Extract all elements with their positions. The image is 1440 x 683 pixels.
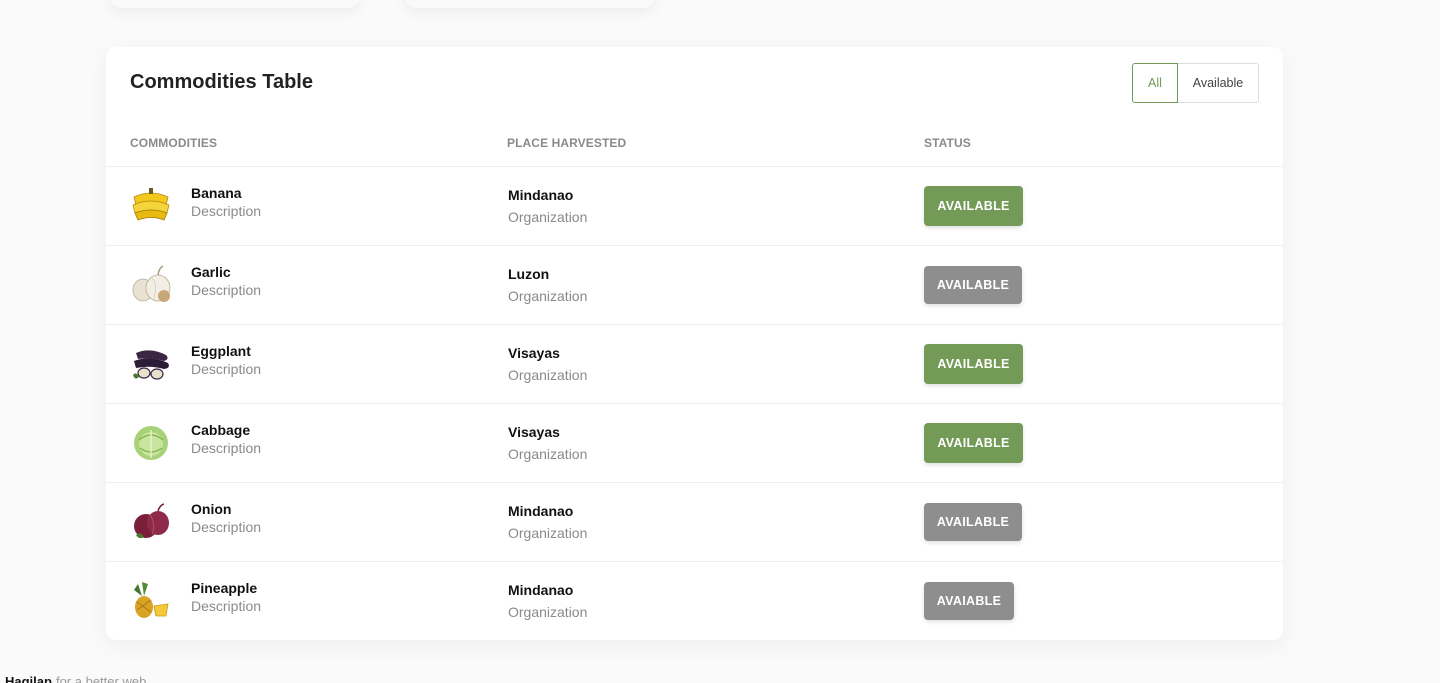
organization-label: Organization [508,209,588,225]
place-harvested: Visayas [508,345,560,361]
status-badge-button[interactable]: AVAILABLE [924,186,1023,226]
place-harvested: Luzon [508,266,550,282]
commodity-name: Onion [191,501,232,517]
table-row: Eggplant Description Visayas Organizatio… [106,324,1283,403]
eggplant-icon [130,343,172,383]
status-badge-button[interactable]: AVAIABLE [924,582,1014,620]
commodity-description: Description [191,203,262,219]
table-row: Onion Description Mindanao Organization … [106,482,1283,561]
organization-label: Organization [508,446,588,462]
column-header-place-harvested: PLACE HARVESTED [507,136,627,150]
place-harvested: Visayas [508,424,560,440]
footer-brand: Hagilap [5,674,52,683]
commodity-name: Pineapple [191,580,258,596]
status-badge-button[interactable]: AVAILABLE [924,344,1023,384]
onion-icon [130,501,172,541]
place-harvested: Mindanao [508,582,574,598]
status-badge-button[interactable]: AVAILABLE [924,423,1023,463]
footer: Hagilap for a better web. [5,674,150,683]
organization-label: Organization [508,367,588,383]
status-badge-button[interactable]: AVAILABLE [924,266,1022,304]
table-row: Garlic Description Luzon Organization AV… [106,245,1283,324]
commodity-description: Description [191,519,262,535]
commodity-description: Description [191,361,262,377]
commodity-description: Description [191,598,262,614]
commodity-name: Cabbage [191,422,251,438]
organization-label: Organization [508,604,588,620]
table-row: Cabbage Description Visayas Organization… [106,403,1283,482]
filter-all-button[interactable]: All [1132,63,1178,103]
organization-label: Organization [508,288,588,304]
footer-tagline: for a better web. [55,674,150,683]
cabbage-icon [130,422,172,462]
place-harvested: Mindanao [508,187,574,203]
commodities-table-body: Banana Description Mindanao Organization… [106,166,1283,640]
commodity-description: Description [191,282,262,298]
commodity-description: Description [191,440,262,456]
table-row: Banana Description Mindanao Organization… [106,166,1283,245]
filter-available-button[interactable]: Available [1178,63,1259,103]
commodity-name: Eggplant [191,343,251,359]
top-card-shadow [405,0,655,8]
status-filter-group: All Available [1132,63,1259,103]
banana-icon [130,185,172,225]
organization-label: Organization [508,525,588,541]
table-row: Pineapple Description Mindanao Organizat… [106,561,1283,640]
status-badge-button[interactable]: AVAILABLE [924,503,1022,541]
top-card-shadow [110,0,360,8]
column-header-status: STATUS [924,136,971,150]
commodities-table-card: Commodities Table All Available COMMODIT… [106,47,1283,640]
commodity-name: Garlic [191,264,231,280]
garlic-icon [130,264,172,304]
column-header-commodities: COMMODITIES [130,136,218,150]
page-title: Commodities Table [130,71,313,93]
pineapple-icon [130,580,172,620]
commodity-name: Banana [191,185,242,201]
place-harvested: Mindanao [508,503,574,519]
